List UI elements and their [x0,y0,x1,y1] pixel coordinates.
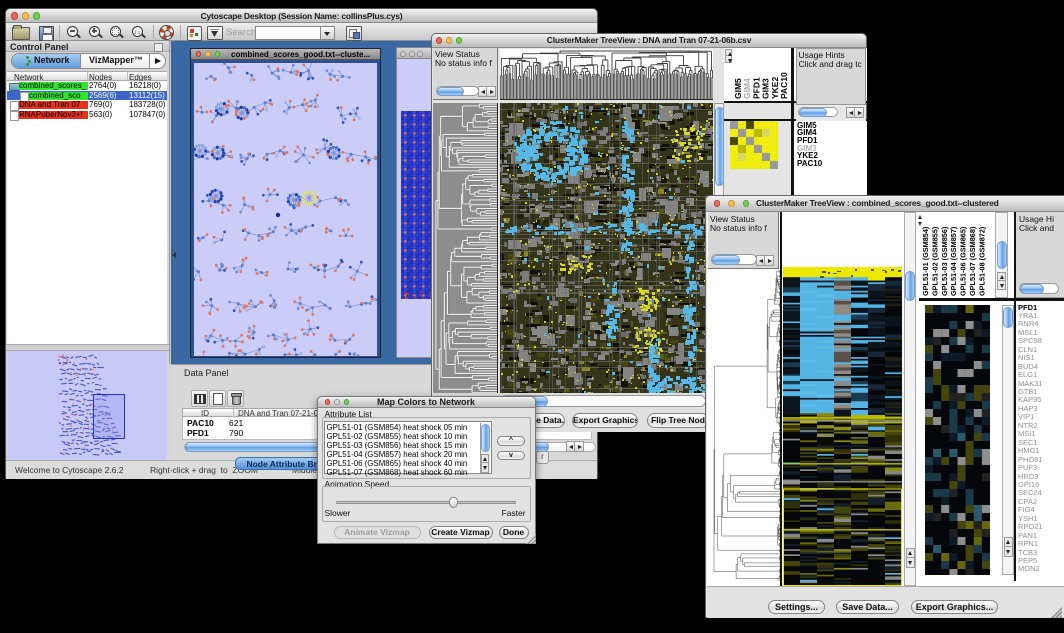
svg-text:GPL51-02 (GSM855): GPL51-02 (GSM855) [930,226,939,296]
svg-text:GPL51-06 (GSM865): GPL51-06 (GSM865) [959,226,968,296]
svg-text:GPL51-08 (GSM872): GPL51-08 (GSM872) [977,226,986,296]
svg-text:GPL51-04 (GSM857): GPL51-04 (GSM857) [949,226,958,296]
svg-text:GPL51-01 (GSM854): GPL51-01 (GSM854) [921,226,930,296]
svg-text:PAC10: PAC10 [779,72,789,99]
svg-text:GPL51-03 (GSM856): GPL51-03 (GSM856) [940,226,949,296]
svg-text:GPL51-07 (GSM868): GPL51-07 (GSM868) [968,226,977,296]
